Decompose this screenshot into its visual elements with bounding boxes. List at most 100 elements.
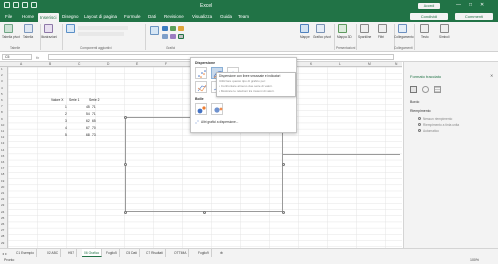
column-header[interactable]: K — [310, 62, 312, 66]
close-pane-icon[interactable]: ✕ — [490, 73, 493, 78]
zoom-level[interactable]: 100% — [470, 258, 479, 262]
scatter-straight-markers-option[interactable] — [195, 81, 207, 93]
column-chart-icon[interactable] — [162, 26, 168, 31]
sheet-tab[interactable]: Foglio5 — [104, 249, 120, 257]
column-header[interactable]: F — [165, 62, 167, 66]
table-header[interactable]: Serie 1 — [69, 98, 79, 102]
column-header[interactable]: M — [368, 62, 371, 66]
recommended-charts-icon[interactable] — [150, 26, 159, 35]
redo-icon[interactable] — [31, 2, 37, 8]
column-header[interactable]: A — [20, 62, 22, 66]
tab-view[interactable]: Visualizza — [190, 14, 214, 19]
radio-solid-fill[interactable] — [418, 123, 421, 126]
row-header[interactable]: 20 — [1, 185, 4, 189]
minimize-button[interactable]: — — [456, 2, 461, 8]
sheet-tab[interactable]: C7 Risultati — [144, 249, 166, 257]
table-cell[interactable]: 62 — [86, 119, 90, 123]
resize-handle[interactable] — [123, 210, 127, 214]
row-header[interactable]: 23 — [1, 203, 4, 207]
row-header[interactable]: 9 — [1, 117, 3, 121]
save-icon[interactable] — [13, 2, 19, 8]
row-header[interactable]: 21 — [1, 191, 4, 195]
row-header[interactable]: 28 — [1, 234, 4, 238]
resize-handle[interactable] — [281, 210, 285, 214]
table-cell[interactable]: 2 — [65, 112, 67, 116]
get-addins-item[interactable] — [78, 26, 128, 30]
tab-draw[interactable]: Disegno — [60, 14, 81, 19]
tab-help[interactable]: Guida — [218, 14, 234, 19]
maximize-button[interactable]: □ — [469, 2, 472, 8]
line-chart-icon[interactable] — [170, 26, 176, 31]
undo-icon[interactable] — [22, 2, 28, 8]
sheet-tab[interactable]: C5 Dati — [124, 249, 140, 257]
tab-insert[interactable]: Inserisci — [38, 13, 59, 22]
column-header[interactable]: N — [395, 62, 397, 66]
sheet-tab[interactable]: 06 Grafico — [82, 249, 103, 257]
tab-review[interactable]: Revisione — [162, 14, 186, 19]
row-header[interactable]: 27 — [1, 228, 4, 232]
row-header[interactable]: 25 — [1, 216, 4, 220]
row-header[interactable]: 8 — [1, 110, 3, 114]
sheet-tab[interactable]: C1 Esempio — [14, 249, 37, 257]
resize-handle[interactable] — [123, 115, 127, 119]
row-header[interactable]: 14 — [1, 148, 4, 152]
row-header[interactable]: 22 — [1, 197, 4, 201]
resize-handle[interactable] — [202, 210, 206, 214]
table-cell[interactable]: 65 — [92, 119, 96, 123]
bubble-3d-option[interactable] — [211, 103, 223, 115]
row-header[interactable]: 29 — [1, 241, 4, 245]
tab-data[interactable]: Dati — [146, 14, 158, 19]
resize-handle[interactable] — [123, 162, 127, 166]
tab-formulas[interactable]: Formule — [122, 14, 143, 19]
tab-team[interactable]: Team — [236, 14, 251, 19]
fx-icon[interactable]: fx — [36, 55, 39, 60]
area-chart-icon[interactable] — [170, 34, 176, 39]
row-header[interactable]: 1 — [1, 67, 3, 71]
sign-in-button[interactable]: Accedi — [418, 3, 440, 9]
column-header[interactable]: C — [78, 62, 80, 66]
table-header[interactable]: Serie 2 — [89, 98, 99, 102]
table-cell[interactable]: 68 — [86, 133, 90, 137]
tab-page-layout[interactable]: Layout di pagina — [82, 14, 119, 19]
row-header[interactable]: 6 — [1, 98, 3, 102]
row-header[interactable]: 11 — [1, 129, 4, 133]
row-header[interactable]: 18 — [1, 172, 4, 176]
row-header[interactable]: 5 — [1, 92, 3, 96]
size-properties-icon[interactable] — [434, 86, 441, 93]
bar-chart-icon[interactable] — [162, 34, 168, 39]
sheet-nav-arrows[interactable]: ◂ ▸ — [2, 251, 7, 256]
share-button[interactable]: Condividi — [410, 13, 448, 20]
resize-handle[interactable] — [281, 162, 285, 166]
sheet-tab[interactable]: 02 ABC — [45, 249, 62, 257]
effects-icon[interactable] — [422, 86, 429, 93]
row-header[interactable]: 17 — [1, 166, 4, 170]
column-header[interactable]: B — [49, 62, 51, 66]
scatter-chart-icon[interactable] — [178, 34, 184, 39]
pie-chart-icon[interactable] — [178, 26, 184, 31]
comments-button[interactable]: Commenti — [455, 13, 493, 20]
bubble-option[interactable] — [195, 103, 207, 115]
row-header[interactable]: 2 — [1, 73, 3, 77]
row-header[interactable]: 13 — [1, 141, 4, 145]
row-header[interactable]: 4 — [1, 86, 3, 90]
fill-line-icon[interactable] — [410, 86, 417, 93]
table-cell[interactable]: 73 — [92, 133, 96, 137]
table-cell[interactable]: 45 — [86, 105, 90, 109]
row-header[interactable]: 3 — [1, 79, 3, 83]
radio-automatic[interactable] — [418, 129, 421, 132]
table-cell[interactable]: 1 — [65, 105, 67, 109]
table-cell[interactable]: 67 — [86, 126, 90, 130]
name-box[interactable]: C5 — [2, 54, 32, 60]
row-header[interactable]: 26 — [1, 222, 4, 226]
radio-no-fill[interactable] — [418, 117, 421, 120]
row-header[interactable]: 12 — [1, 135, 4, 139]
column-header[interactable]: L — [339, 62, 341, 66]
table-cell[interactable]: 71 — [92, 105, 96, 109]
row-header[interactable]: 16 — [1, 160, 4, 164]
more-scatter-charts-link[interactable]: Altri grafici a dispersione... — [201, 120, 238, 124]
add-sheet-button[interactable]: ⊕ — [218, 249, 225, 257]
table-cell[interactable]: 5 — [65, 133, 67, 137]
section-border[interactable]: Bordo — [410, 100, 419, 104]
sheet-tab[interactable]: H57 — [66, 249, 78, 257]
row-header[interactable]: 24 — [1, 210, 4, 214]
